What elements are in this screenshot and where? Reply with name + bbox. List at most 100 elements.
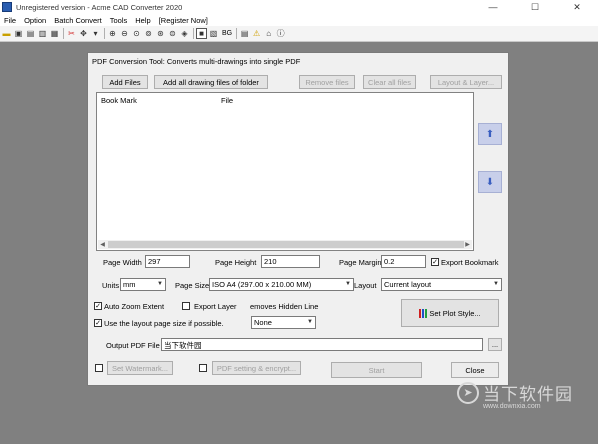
menu-bar: File Option Batch Convert Tools Help [Re… (0, 14, 598, 26)
layout-layer-button[interactable]: Layout & Layer... (430, 75, 502, 89)
output-pdf-input[interactable]: 当下软件园 (161, 338, 483, 351)
warning-icon[interactable]: ⚠ (251, 28, 262, 39)
pdf-setting-checkbox[interactable] (199, 364, 207, 372)
page-width-input[interactable]: 297 (145, 255, 190, 268)
chevron-down-icon: ▼ (307, 319, 313, 325)
add-folder-button[interactable]: Add all drawing files of folder (154, 75, 268, 89)
export-bookmark-label[interactable]: Export Bookmark (441, 258, 499, 267)
horizontal-scrollbar[interactable]: ◀ ▶ (98, 240, 472, 249)
move-down-button[interactable]: ⬇ (478, 171, 502, 193)
pdf-setting-button[interactable]: PDF setting & encrypt... (212, 361, 301, 375)
layout-select[interactable]: Current layout ▼ (381, 278, 502, 291)
window-title: Unregistered version - Acme CAD Converte… (16, 2, 183, 12)
close-window-button[interactable]: ✕ (556, 0, 598, 14)
page-size-value: ISO A4 (297.00 x 210.00 MM) (212, 280, 312, 289)
remove-files-button[interactable]: Remove files (299, 75, 355, 89)
set-watermark-button[interactable]: Set Watermark... (107, 361, 173, 375)
scroll-left-icon[interactable]: ◀ (98, 240, 107, 249)
page-height-input[interactable]: 210 (261, 255, 320, 268)
print-icon[interactable]: ▥ (37, 28, 48, 39)
measure-icon[interactable]: ◈ (179, 28, 190, 39)
column-header-file[interactable]: File (221, 96, 233, 105)
menu-option[interactable]: Option (20, 16, 50, 25)
chevron-down-icon: ▼ (157, 281, 163, 287)
dropdown-arrow-icon[interactable]: ▾ (90, 28, 101, 39)
hidden-line-select[interactable]: None ▼ (251, 316, 316, 329)
watermark-title: 当下软件园 (483, 385, 573, 405)
save-icon[interactable]: ▣ (13, 28, 24, 39)
use-layout-size-checkbox[interactable]: ✓ (94, 319, 102, 327)
page-size-label: Page Size (175, 281, 210, 290)
start-button[interactable]: Start (331, 362, 422, 378)
auto-zoom-label[interactable]: Auto Zoom Extent (104, 302, 164, 311)
removes-hidden-line-label: emoves Hidden Line (250, 302, 319, 311)
units-select[interactable]: mm ▼ (120, 278, 166, 291)
watermark-checkbox[interactable] (95, 364, 103, 372)
set-plot-style-button[interactable]: Set Plot Style... (401, 299, 499, 327)
units-label: Units (102, 281, 120, 290)
toolbar-separator (63, 28, 64, 39)
page-margin-label: Page Margin (339, 258, 382, 267)
layout-value: Current layout (384, 280, 432, 289)
zoom-window-icon[interactable]: ⊙ (131, 28, 142, 39)
menu-tools[interactable]: Tools (106, 16, 132, 25)
menu-help[interactable]: Help (131, 16, 154, 25)
hidden-line-value: None (254, 318, 272, 327)
layout-label: Layout (354, 281, 377, 290)
zoom-extent-icon[interactable]: ⊚ (143, 28, 154, 39)
column-header-bookmark[interactable]: Book Mark (101, 96, 137, 105)
export-layer-checkbox[interactable] (182, 302, 190, 310)
toolbar: ▬ ▣ ▤ ▥ ▦ ✂ ✥ ▾ ⊕ ⊖ ⊙ ⊚ ⊛ ⊜ ◈ ■ ▧ BG ▤ ⚠… (0, 26, 598, 42)
app-icon (2, 2, 12, 12)
minimize-button[interactable]: — (472, 0, 514, 14)
layer-icon[interactable]: ▧ (208, 28, 219, 39)
site-watermark: ➤ 当下软件园 www.downxia.com (457, 380, 573, 410)
window-controls: — ☐ ✕ (472, 0, 598, 14)
move-up-button[interactable]: ⬆ (478, 123, 502, 145)
close-button[interactable]: Close (451, 362, 499, 378)
add-files-button[interactable]: Add Files (102, 75, 148, 89)
zoom-out-icon[interactable]: ⊖ (119, 28, 130, 39)
menu-file[interactable]: File (0, 16, 20, 25)
batch-icon[interactable]: ▦ (49, 28, 60, 39)
page-height-label: Page Height (215, 258, 257, 267)
maximize-button[interactable]: ☐ (514, 0, 556, 14)
use-layout-size-label[interactable]: Use the layout page size if possible. (104, 319, 224, 328)
register-icon[interactable]: ▤ (239, 28, 250, 39)
plot-style-icon (419, 308, 428, 318)
pan-icon[interactable]: ✥ (78, 28, 89, 39)
menu-register-now[interactable]: [Register Now] (155, 16, 212, 25)
watermark-logo-icon: ➤ (457, 381, 479, 404)
clear-all-files-button[interactable]: Clear all files (363, 75, 416, 89)
cut-icon[interactable]: ✂ (66, 28, 77, 39)
title-bar: Unregistered version - Acme CAD Converte… (0, 0, 598, 14)
browse-button[interactable]: ... (488, 338, 502, 351)
auto-zoom-checkbox[interactable]: ✓ (94, 302, 102, 310)
background-button[interactable]: BG (220, 30, 234, 37)
scroll-right-icon[interactable]: ▶ (463, 240, 472, 249)
black-white-icon[interactable]: ■ (196, 28, 207, 39)
toolbar-separator (236, 28, 238, 39)
redraw-icon[interactable]: ⊜ (167, 28, 178, 39)
page-margin-input[interactable]: 0.2 (381, 255, 426, 268)
toolbar-separator (104, 28, 105, 39)
export-bookmark-checkbox[interactable]: ✓ (431, 258, 439, 266)
scrollbar-thumb[interactable] (108, 241, 464, 248)
toolbar-separator (193, 28, 194, 39)
zoom-in-icon[interactable]: ⊕ (107, 28, 118, 39)
open-folder-icon[interactable]: ▬ (1, 28, 12, 39)
file-list[interactable]: Book Mark File ◀ ▶ (96, 92, 474, 251)
about-icon[interactable]: ⓘ (275, 28, 286, 39)
zoom-previous-icon[interactable]: ⊛ (155, 28, 166, 39)
help-icon[interactable]: ⌂ (263, 28, 274, 39)
menu-batch-convert[interactable]: Batch Convert (50, 16, 106, 25)
arrow-up-icon: ⬆ (485, 128, 495, 140)
chevron-down-icon: ▼ (345, 281, 351, 287)
page-size-select[interactable]: ISO A4 (297.00 x 210.00 MM) ▼ (209, 278, 354, 291)
output-pdf-label: Output PDF File (106, 341, 160, 350)
save-all-icon[interactable]: ▤ (25, 28, 36, 39)
pdf-conversion-dialog: PDF Conversion Tool: Converts multi-draw… (87, 52, 509, 386)
dialog-title: PDF Conversion Tool: Converts multi-draw… (92, 57, 301, 66)
export-layer-label[interactable]: Export Layer (194, 302, 237, 311)
chevron-down-icon: ▼ (493, 281, 499, 287)
